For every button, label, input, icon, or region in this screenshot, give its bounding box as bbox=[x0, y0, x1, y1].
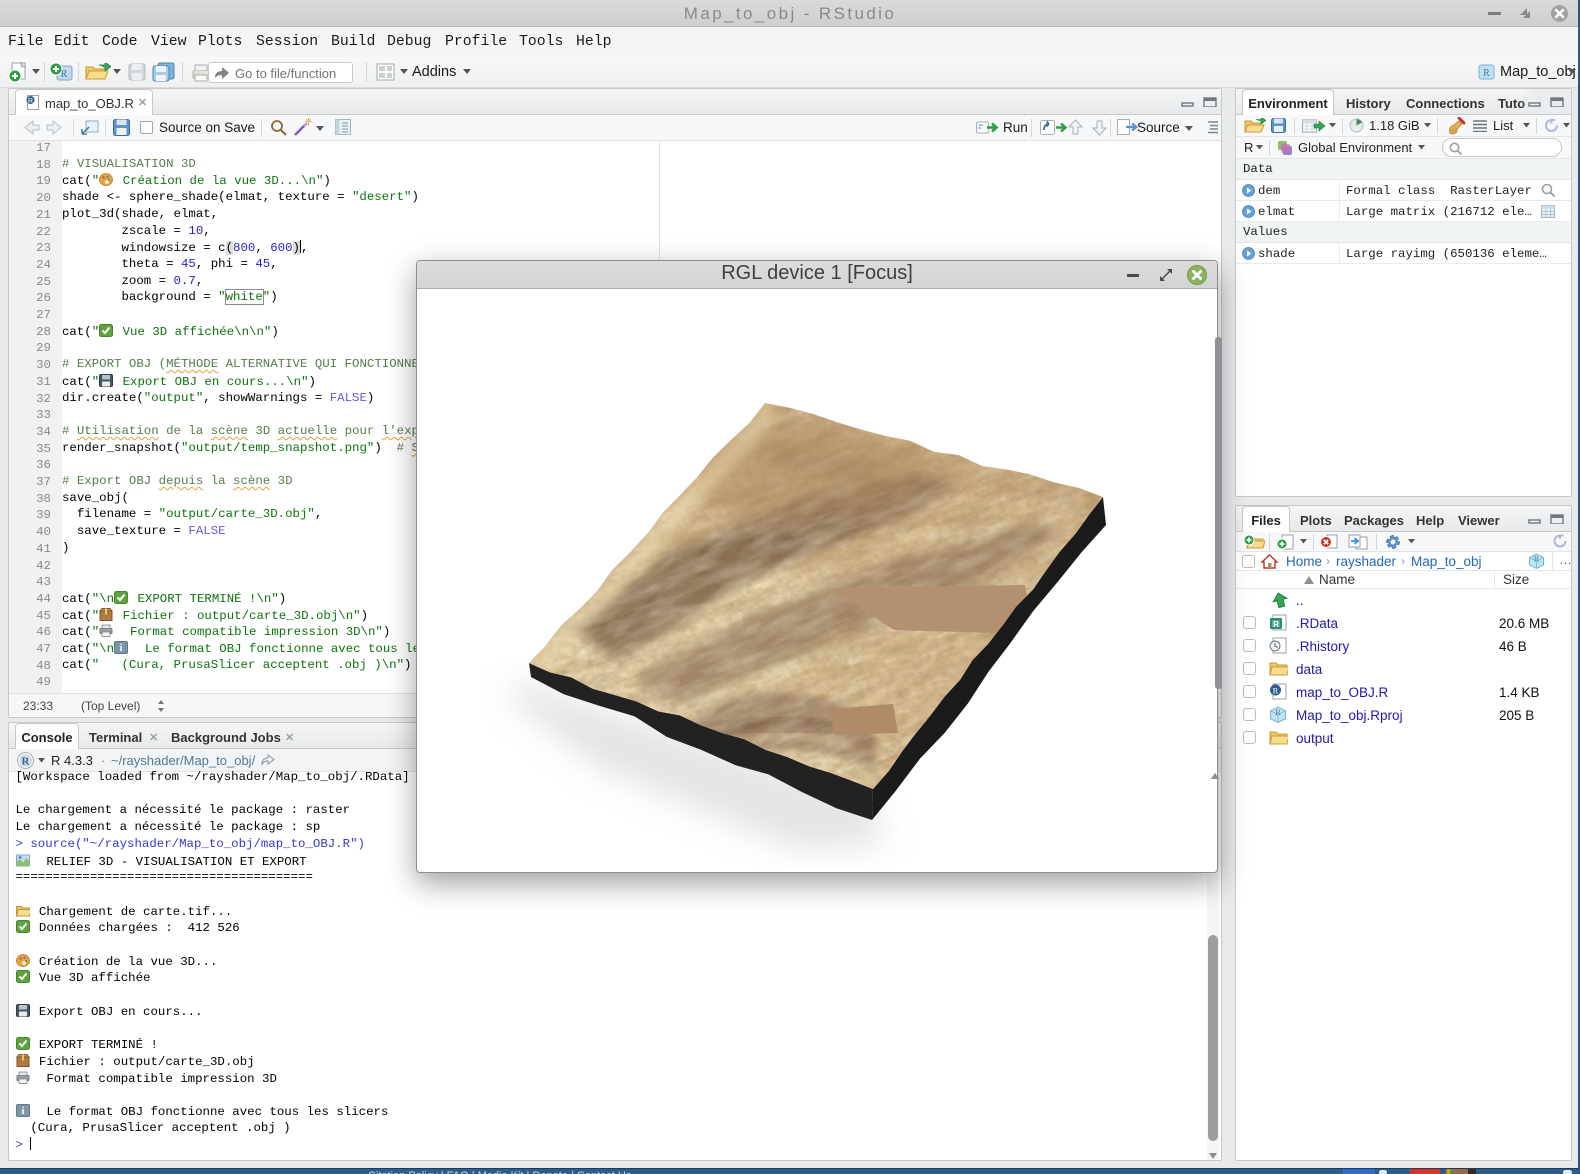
svg-text:i: i bbox=[21, 1106, 24, 1117]
svg-text:i: i bbox=[120, 643, 123, 654]
svg-text:R: R bbox=[1483, 68, 1490, 79]
svg-text:R: R bbox=[1275, 707, 1281, 717]
svg-text:R: R bbox=[22, 756, 31, 768]
svg-text:R: R bbox=[1273, 686, 1279, 696]
svg-text:R: R bbox=[1534, 555, 1540, 564]
svg-text:R: R bbox=[28, 98, 33, 105]
svg-text:R: R bbox=[1273, 620, 1279, 629]
